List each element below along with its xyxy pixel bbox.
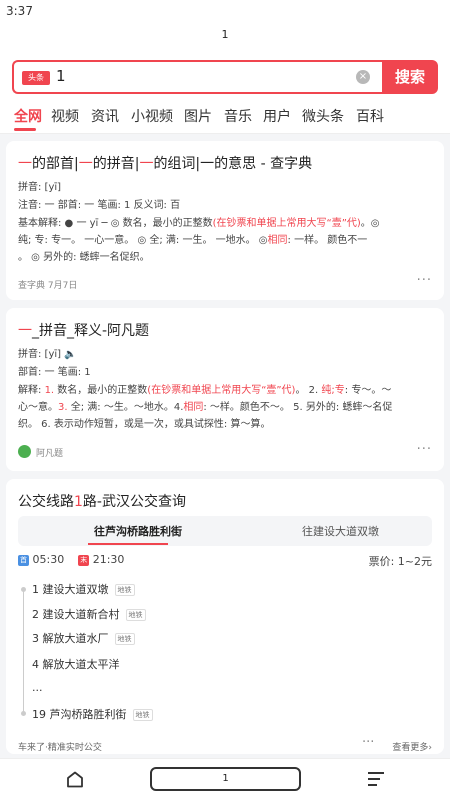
explanation-text: 基本解释: ● 一 yī ─ ◎ 数名，最小的正整数(在钞票和单据上常用大写“壹…: [18, 218, 380, 263]
tab-baike[interactable]: 百科: [356, 106, 384, 126]
bus-source: 车来了·精准实时公交: [18, 743, 102, 753]
tab-users[interactable]: 用户: [263, 106, 291, 126]
toutiao-logo-icon: 头条: [22, 71, 50, 85]
first-bus-icon: 首: [18, 554, 29, 566]
direction-tabs: 往芦沟桥路胜利街 往建设大道双墩: [18, 516, 432, 546]
info-line: 部首: 一 笔画: 1: [18, 367, 91, 378]
home-icon[interactable]: [66, 771, 84, 788]
search-bar: 头条 1 × 搜索: [0, 58, 450, 100]
active-direction-underline: [88, 543, 168, 545]
search-query[interactable]: 1: [56, 67, 66, 85]
result-card-bus[interactable]: 公交线路1路-武汉公交查询 往芦沟桥路胜利街 往建设大道双墩 首 05:30 末…: [6, 479, 444, 754]
search-input[interactable]: 头条 1 ×: [12, 60, 382, 94]
page-indicator: 1: [0, 24, 450, 58]
fare: 票价: 1~2元: [368, 555, 432, 568]
tab-direction-1[interactable]: 往芦沟桥路胜利街: [94, 523, 182, 539]
result-card-afanti[interactable]: 一_拼音_释义-阿凡题 拼音: [yī] 🔈 部首: 一 笔画: 1 解释: 1…: [6, 308, 444, 471]
result-source: 查字典 7月7日: [18, 281, 78, 291]
info-line: 注音: 一 部首: 一 笔画: 1 反义词: 百: [18, 200, 181, 211]
tab-video[interactable]: 视频: [51, 106, 79, 126]
result-title[interactable]: 一_拼音_释义-阿凡题: [18, 320, 149, 340]
more-options-icon[interactable]: ···: [417, 273, 432, 288]
view-more-link[interactable]: 查看更多›: [392, 740, 432, 753]
first-bus-time: 05:30: [32, 553, 65, 566]
bus-stop[interactable]: 3 解放大道水厂 地铁: [32, 630, 135, 646]
menu-icon[interactable]: [368, 772, 384, 786]
schedule-row: 首 05:30 末 21:30 票价: 1~2元: [18, 553, 432, 568]
afanti-logo-icon: [18, 445, 31, 458]
clear-icon[interactable]: ×: [356, 70, 370, 84]
explanation-text: 解释: 1. 数名，最小的正整数(在钞票和单据上常用大写“壹”代)。 2. 纯;…: [18, 385, 393, 430]
more-options-icon[interactable]: ···: [362, 735, 374, 750]
more-options-icon[interactable]: ···: [417, 442, 432, 457]
tab-short-video[interactable]: 小视频: [131, 106, 173, 126]
active-tab-underline: [14, 128, 36, 131]
pinyin-line: 拼音: [yī]: [18, 182, 62, 193]
tab-all[interactable]: 全网: [14, 106, 42, 126]
status-time: 3:37: [6, 4, 33, 18]
tab-music[interactable]: 音乐: [224, 106, 252, 126]
route-line: [23, 588, 24, 714]
search-button[interactable]: 搜索: [382, 60, 438, 94]
category-tabs: 全网 视频 资讯 小视频 图片 音乐 用户 微头条 百科: [0, 100, 450, 134]
speaker-icon[interactable]: 🔈: [64, 349, 76, 360]
last-bus-icon: 末: [78, 554, 90, 566]
pinyin-line: 拼音: [yī] 🔈: [18, 349, 77, 360]
bus-stop[interactable]: 4 解放大道太平洋: [32, 656, 120, 672]
chevron-right-icon: ›: [428, 743, 432, 753]
result-title[interactable]: 公交线路1路-武汉公交查询: [18, 491, 186, 511]
status-bar: 3:37: [0, 0, 450, 24]
last-bus-time: 21:30: [92, 553, 125, 566]
bottom-toolbar: 1: [0, 758, 450, 800]
result-card-chazidian[interactable]: 一的部首|一的拼音|一的组词|一的意思 - 查字典 拼音: [yī] 注音: 一…: [6, 141, 444, 300]
tab-news[interactable]: 资讯: [91, 106, 119, 126]
route-dot: [21, 587, 26, 592]
bus-stop[interactable]: 1 建设大道双墩 地铁: [32, 581, 135, 597]
result-title[interactable]: 一的部首|一的拼音|一的组词|一的意思 - 查字典: [18, 153, 312, 173]
bus-stop[interactable]: 19 芦沟桥路胜利街 地铁: [32, 706, 153, 722]
tab-direction-2[interactable]: 往建设大道双墩: [302, 523, 379, 539]
bus-stop-ellipsis: ...: [32, 681, 43, 694]
address-bar[interactable]: 1: [150, 767, 301, 791]
route-dot: [21, 711, 26, 716]
bus-stop[interactable]: 2 建设大道新合村 地铁: [32, 606, 146, 622]
tab-images[interactable]: 图片: [184, 106, 212, 126]
tab-weitoutiao[interactable]: 微头条: [302, 106, 344, 126]
result-source: 阿凡题: [36, 449, 64, 459]
